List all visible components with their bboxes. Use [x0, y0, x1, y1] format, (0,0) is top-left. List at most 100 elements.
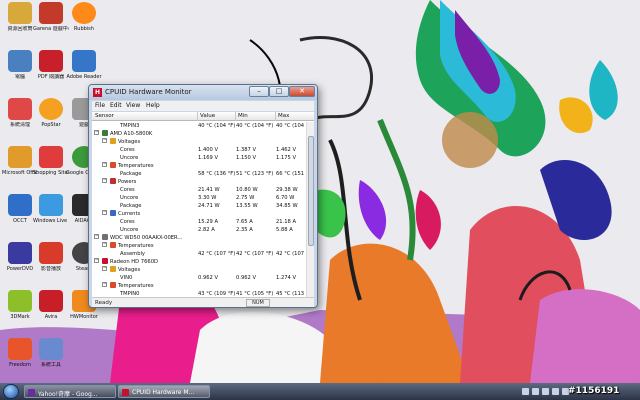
- column-divider[interactable]: [235, 112, 236, 121]
- sensor-row[interactable]: Uncore 3.30 W 2.75 W 6.70 W: [92, 194, 306, 202]
- sensor-min: 40 °C (104 °F): [236, 123, 274, 129]
- expand-toggle[interactable]: −: [94, 130, 99, 135]
- sensor-label: Cores: [120, 147, 135, 153]
- desktop-icon[interactable]: Avira: [33, 290, 69, 320]
- sensor-row[interactable]: − AMD A10-5800K: [92, 130, 306, 138]
- sensor-min: 1.150 V: [236, 155, 257, 161]
- sensor-max: 29.38 W: [276, 187, 298, 193]
- sensor-label: Temperatures: [118, 163, 154, 169]
- sensor-row[interactable]: − Temperatures: [92, 282, 306, 290]
- expand-toggle[interactable]: −: [102, 162, 107, 167]
- media-player-icon: [39, 242, 63, 264]
- sensor-row[interactable]: Cores 1.400 V 1.387 V 1.462 V: [92, 146, 306, 154]
- sensor-label: TMPIN0: [120, 291, 140, 297]
- sensor-row[interactable]: Cores 21.41 W 10.80 W 29.38 W: [92, 186, 306, 194]
- pdf-icon: [39, 50, 63, 72]
- language-icon[interactable]: [552, 388, 559, 395]
- column-value[interactable]: Value: [200, 113, 215, 119]
- hwmonitor-window[interactable]: H CPUID Hardware Monitor – □ ✕ File Edit…: [88, 84, 318, 308]
- sensor-row[interactable]: Package 58 °C (136 °F) 51 °C (123 °F) 66 °C…: [92, 170, 313, 178]
- title-bar[interactable]: H CPUID Hardware Monitor – □ ✕: [89, 85, 317, 100]
- maximize-button[interactable]: □: [269, 86, 289, 97]
- thermometer-icon: [110, 282, 116, 288]
- expand-toggle[interactable]: −: [102, 266, 107, 271]
- desktop-icon[interactable]: 影音播放: [33, 242, 69, 272]
- sensor-row[interactable]: − Powers: [92, 178, 306, 186]
- vertical-scrollbar[interactable]: [306, 122, 314, 297]
- desktop-icon[interactable]: Rubbish: [66, 2, 102, 32]
- column-divider[interactable]: [197, 112, 198, 121]
- sensor-tree[interactable]: TMPIN3 40 °C (104 °F) 40 °C (104 °F) 40 °C …: [92, 121, 314, 297]
- sensor-row[interactable]: − Voltages: [92, 266, 306, 274]
- volume-icon[interactable]: [532, 388, 539, 395]
- sensor-min: 51 °C (123 °F): [236, 171, 274, 177]
- desktop-icon[interactable]: Shopping Sites: [33, 146, 69, 176]
- expand-toggle[interactable]: −: [94, 258, 99, 263]
- sensor-row[interactable]: − Currents: [92, 210, 306, 218]
- sensor-label: Package: [120, 203, 142, 209]
- menu-edit[interactable]: Edit: [110, 102, 122, 109]
- column-min[interactable]: Min: [238, 113, 248, 119]
- sensor-label: Uncore: [120, 195, 139, 201]
- sensor-label: Voltages: [118, 267, 141, 273]
- sensor-min: 0.962 V: [236, 275, 257, 281]
- minimize-button[interactable]: –: [249, 86, 269, 97]
- voltage-icon: [110, 138, 116, 144]
- sensor-row[interactable]: TMPIN0 43 °C (109 °F) 41 °C (105 °F) 45 °C …: [92, 290, 313, 297]
- sensor-row[interactable]: − Temperatures: [92, 162, 306, 170]
- taskbar-item-hwmonitor[interactable]: CPUID Hardware M...: [118, 385, 210, 398]
- sensor-row[interactable]: − Temperatures: [92, 242, 306, 250]
- sensor-row[interactable]: Uncore 1.169 V 1.150 V 1.175 V: [92, 154, 306, 162]
- current-icon: [110, 210, 116, 216]
- sensor-value: 42 °C (107 °F): [198, 251, 236, 257]
- sensor-label: Cores: [120, 187, 135, 193]
- menu-bar: File Edit View Help: [92, 101, 314, 111]
- sensor-max: 21.18 A: [276, 219, 297, 225]
- expand-toggle[interactable]: −: [102, 210, 107, 215]
- start-button[interactable]: [3, 384, 19, 399]
- desktop-icon[interactable]: Garena 遊戲中心: [33, 2, 69, 32]
- sensor-max: 1.462 V: [276, 147, 297, 153]
- desktop-icon[interactable]: Windows Live Mess...: [33, 194, 69, 224]
- taskbar-item-browser[interactable]: Yahoo!奇摩 - Goog...: [24, 385, 116, 398]
- sensor-label: Currents: [118, 211, 141, 217]
- sensor-row[interactable]: Uncore 2.82 A 2.35 A 5.88 A: [92, 226, 306, 234]
- sensor-max: 1.175 V: [276, 155, 297, 161]
- expand-toggle[interactable]: −: [94, 234, 99, 239]
- menu-help[interactable]: Help: [146, 102, 160, 109]
- desktop-icon[interactable]: PDF 閱讀器: [33, 50, 69, 80]
- column-divider[interactable]: [275, 112, 276, 121]
- sensor-row[interactable]: − WDC WD50 00AAKX-00ER...: [92, 234, 306, 242]
- network-icon[interactable]: [522, 388, 529, 395]
- column-sensor[interactable]: Sensor: [95, 113, 114, 119]
- desktop-icon[interactable]: PopStar: [33, 98, 69, 128]
- watermark: #1156191: [568, 386, 620, 396]
- close-button[interactable]: ✕: [289, 86, 315, 97]
- menu-file[interactable]: File: [95, 102, 105, 109]
- scrollbar-thumb[interactable]: [308, 136, 314, 246]
- sensor-row[interactable]: Assembly 42 °C (107 °F) 42 °C (107 °F) 42 °…: [92, 250, 313, 258]
- recycle-bin-icon: [8, 2, 32, 24]
- menu-view[interactable]: View: [126, 102, 140, 109]
- popstar-icon: [39, 98, 63, 120]
- thermometer-icon: [110, 162, 116, 168]
- sensor-row[interactable]: Cores 15.29 A 7.65 A 21.18 A: [92, 218, 306, 226]
- expand-toggle[interactable]: −: [102, 282, 107, 287]
- thermometer-icon: [110, 242, 116, 248]
- sensor-row[interactable]: Package 24.71 W 13.55 W 34.85 W: [92, 202, 306, 210]
- sensor-min: 7.65 A: [236, 219, 253, 225]
- avira-icon: [39, 290, 63, 312]
- sensor-row[interactable]: − Voltages: [92, 138, 306, 146]
- num-lock-indicator: NUM: [246, 299, 270, 307]
- expand-toggle[interactable]: −: [102, 138, 107, 143]
- security-icon[interactable]: [542, 388, 549, 395]
- expand-toggle[interactable]: −: [102, 242, 107, 247]
- column-max[interactable]: Max: [278, 113, 289, 119]
- desktop-icon[interactable]: 系統工具: [33, 338, 69, 368]
- 3dmark-icon: [8, 290, 32, 312]
- sensor-row[interactable]: TMPIN3 40 °C (104 °F) 40 °C (104 °F) 40 °C …: [92, 122, 313, 130]
- sensor-row[interactable]: VIN0 0.962 V 0.962 V 1.274 V: [92, 274, 306, 282]
- desktop-icon[interactable]: Adobe Reader: [66, 50, 102, 80]
- sensor-row[interactable]: − Radeon HD 7660D: [92, 258, 306, 266]
- expand-toggle[interactable]: −: [102, 178, 107, 183]
